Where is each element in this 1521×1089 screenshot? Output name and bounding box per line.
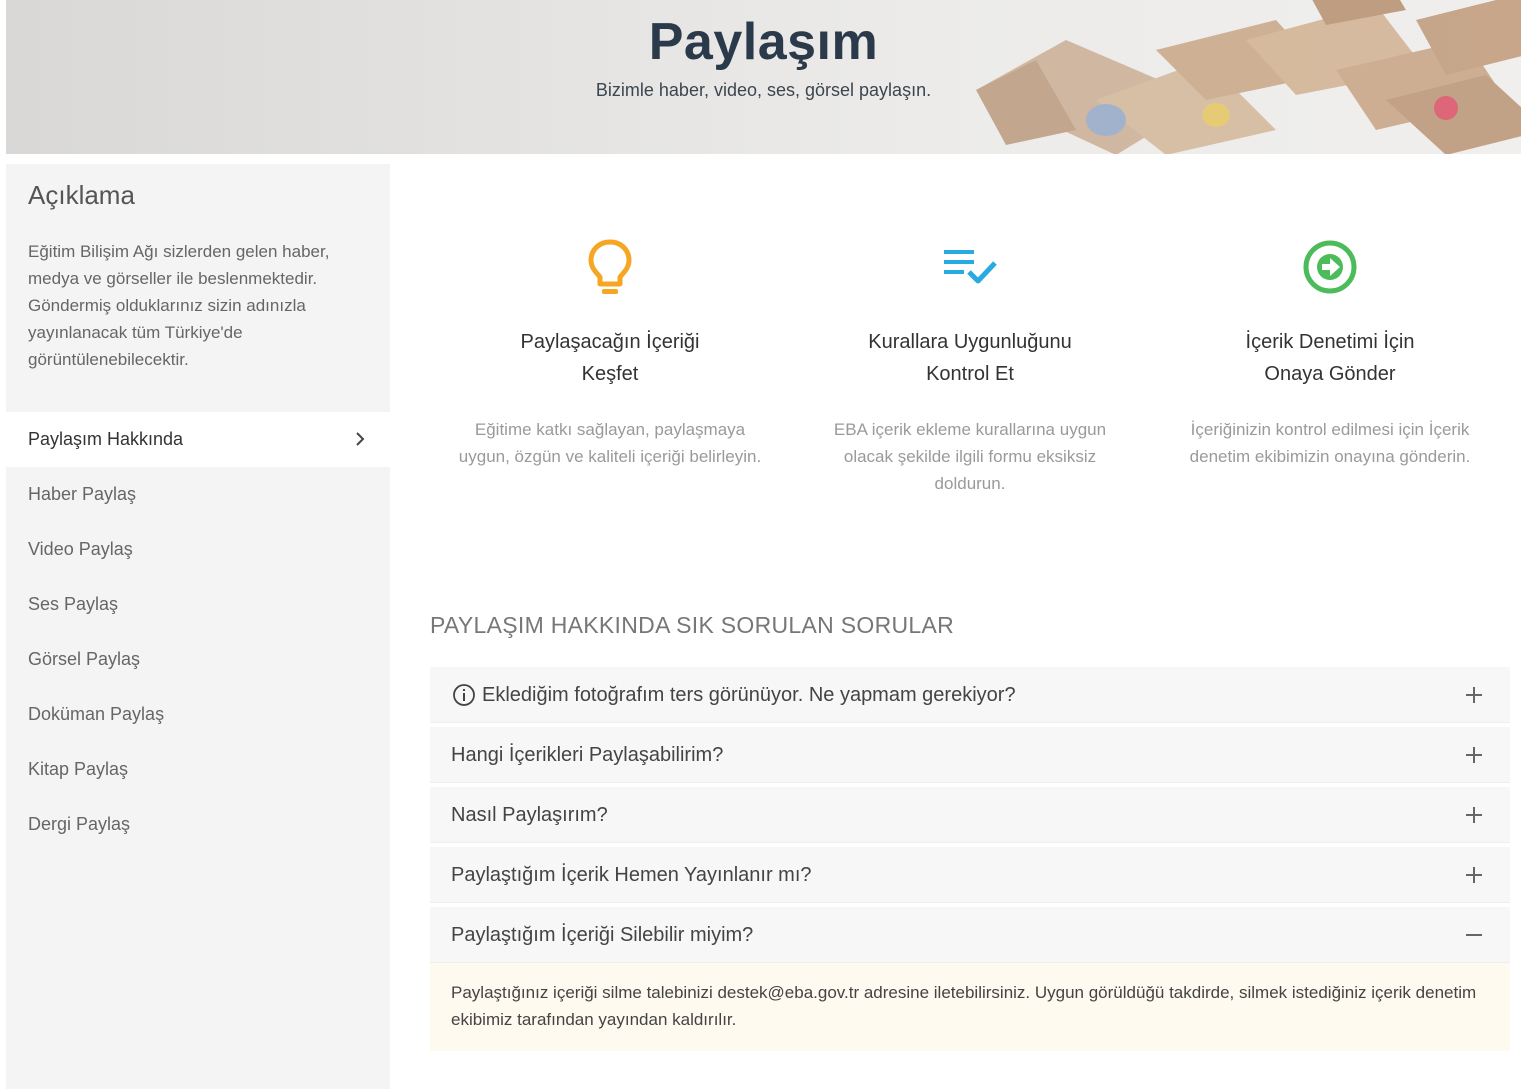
header-banner: Paylaşım Bizimle haber, video, ses, görs…: [6, 0, 1521, 154]
sidebar-item-kitap-paylas[interactable]: Kitap Paylaş: [6, 742, 390, 797]
faq-item-how-to-share[interactable]: Nasıl Paylaşırım?: [430, 787, 1510, 843]
faq-item-what-can-i-share[interactable]: Hangi İçerikleri Paylaşabilirim?: [430, 727, 1510, 783]
sidebar-heading: Açıklama: [28, 180, 135, 210]
faq-question: Paylaştığım İçerik Hemen Yayınlanır mı?: [451, 864, 812, 886]
faq-question: Paylaştığım İçeriği Silebilir miyim?: [451, 924, 754, 946]
minus-icon[interactable]: [1464, 925, 1484, 945]
page-subtitle: Bizimle haber, video, ses, görsel paylaş…: [595, 80, 932, 100]
sidebar-item-label: Kitap Paylaş: [28, 759, 129, 779]
step-discover: Paylaşacağın İçeriği Keşfet Eğitime katkı…: [450, 232, 770, 470]
sidebar-item-gorsel-paylas[interactable]: Görsel Paylaş: [6, 632, 390, 687]
sidebar: Açıklama Eğitim Bilişim Ağı sizlerden ge…: [6, 164, 390, 1089]
sidebar-item-label: Doküman Paylaş: [28, 704, 165, 724]
step-title: Paylaşacağın İçeriği Keşfet: [520, 331, 700, 385]
checklist-icon: [944, 250, 997, 284]
faq-accordion: Eklediğim fotoğrafım ters görünüyor. Ne …: [430, 667, 1510, 1051]
faq-question: Eklediğim fotoğrafım ters görünüyor. Ne …: [482, 684, 1016, 706]
sidebar-item-label: Görsel Paylaş: [28, 649, 141, 669]
sidebar-item-paylasim-hakkinda[interactable]: Paylaşım Hakkında: [6, 412, 390, 467]
step-description: EBA içerik ekleme kurallarına uygun olac…: [833, 420, 1107, 493]
page-title: Paylaşım: [648, 13, 879, 71]
sidebar-item-video-paylas[interactable]: Video Paylaş: [6, 522, 390, 577]
sidebar-item-ses-paylas[interactable]: Ses Paylaş: [6, 577, 390, 632]
lightbulb-icon: [588, 239, 632, 294]
sidebar-item-label: Ses Paylaş: [28, 594, 119, 614]
sidebar-menu: Paylaşım Hakkında Haber Paylaş Video Pay…: [6, 412, 390, 852]
step-description: Eğitime katkı sağlayan, paylaşmaya uygun…: [458, 420, 762, 466]
step-title: Kurallara Uygunluğunu Kontrol Et: [868, 331, 1072, 385]
faq-item-photo-upside-down[interactable]: Eklediğim fotoğrafım ters görünüyor. Ne …: [430, 667, 1510, 723]
sidebar-item-haber-paylas[interactable]: Haber Paylaş: [6, 467, 390, 522]
plus-icon[interactable]: [1464, 805, 1484, 825]
arrow-circle-right-icon: [1303, 240, 1357, 294]
info-icon: [453, 684, 475, 706]
faq-item-published-immediately[interactable]: Paylaştığım İçerik Hemen Yayınlanır mı?: [430, 847, 1510, 903]
sidebar-item-label: Dergi Paylaş: [28, 814, 131, 834]
plus-icon[interactable]: [1464, 685, 1484, 705]
step-description: İçeriğinizin kontrol edilmesi için İçeri…: [1189, 420, 1471, 466]
sidebar-item-label: Paylaşım Hakkında: [28, 429, 184, 449]
faq-heading: PAYLAŞIM HAKKINDA SIK SORULAN SORULAR: [430, 612, 955, 638]
step-send-approval: İçerik Denetimi İçin Onaya Gönder İçeriği…: [1170, 232, 1490, 470]
chevron-right-icon: [356, 432, 365, 446]
plus-icon[interactable]: [1464, 745, 1484, 765]
faq-question: Hangi İçerikleri Paylaşabilirim?: [451, 744, 724, 766]
sidebar-description: Eğitim Bilişim Ağı sizlerden gelen haber…: [28, 242, 330, 369]
faq-answer: Paylaştığınız içeriği silme talebinizi d…: [430, 963, 1510, 1051]
plus-icon[interactable]: [1464, 865, 1484, 885]
step-check-rules: Kurallara Uygunluğunu Kontrol Et EBA içer…: [810, 232, 1130, 497]
step-title: İçerik Denetimi İçin Onaya Gönder: [1245, 331, 1415, 385]
sidebar-item-dokuman-paylas[interactable]: Doküman Paylaş: [6, 687, 390, 742]
sidebar-item-dergi-paylas[interactable]: Dergi Paylaş: [6, 797, 390, 852]
sidebar-item-label: Video Paylaş: [28, 539, 133, 559]
sidebar-item-label: Haber Paylaş: [28, 484, 137, 504]
faq-item-can-i-delete[interactable]: Paylaştığım İçeriği Silebilir miyim?: [430, 907, 1510, 963]
faq-question: Nasıl Paylaşırım?: [451, 804, 608, 826]
